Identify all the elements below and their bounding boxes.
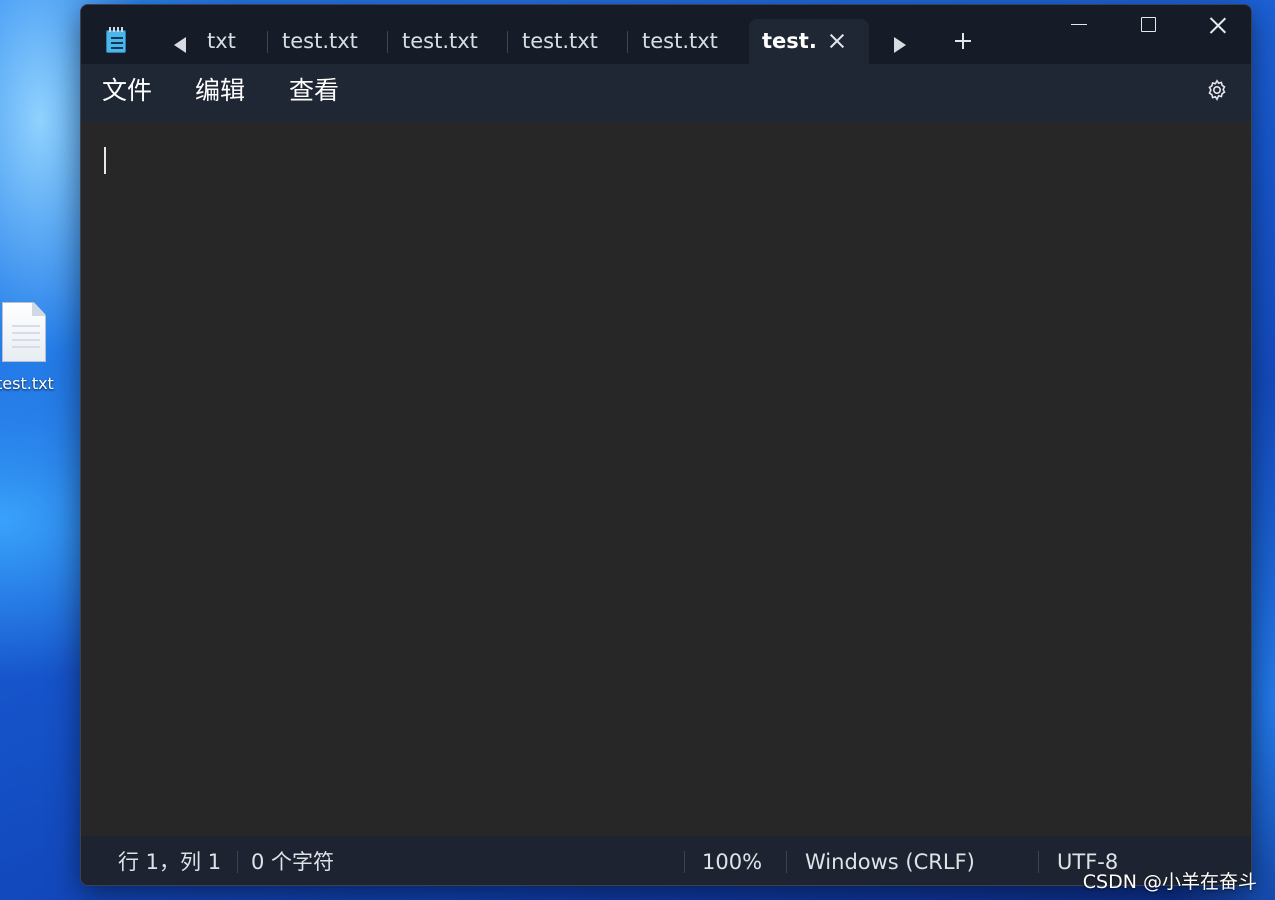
status-line-ending[interactable]: Windows (CRLF) xyxy=(805,848,975,876)
close-window-button[interactable] xyxy=(1182,5,1251,45)
tab-item[interactable]: test.txt xyxy=(402,19,478,64)
tab-label: test.txt xyxy=(402,29,478,53)
status-bar: 行 1，列 1 0 个字符 100% Windows (CRLF) UTF-8 xyxy=(81,836,1251,885)
title-bar[interactable]: txt test.txt test.txt test.txt test.txt … xyxy=(81,5,1251,64)
tab-item[interactable]: txt xyxy=(207,19,236,64)
tab-item[interactable]: test.txt xyxy=(282,19,358,64)
tab-divider xyxy=(387,31,388,53)
status-divider xyxy=(1038,851,1039,873)
maximize-button[interactable] xyxy=(1112,5,1182,45)
tab-label: test.txt xyxy=(522,29,598,53)
menu-file[interactable]: 文件 xyxy=(102,74,152,108)
new-tab-button[interactable] xyxy=(955,33,971,49)
watermark: CSDN @小羊在奋斗 xyxy=(1082,871,1257,893)
desktop-file-icon[interactable]: test.txt xyxy=(0,298,60,398)
chevron-left-icon xyxy=(174,37,186,53)
tab-label: txt xyxy=(207,29,236,53)
text-file-icon xyxy=(2,302,46,362)
settings-button[interactable] xyxy=(1205,78,1229,102)
status-divider xyxy=(237,851,238,873)
scroll-tabs-left-button[interactable] xyxy=(167,33,193,57)
tab-label: test.txt xyxy=(282,29,358,53)
status-zoom[interactable]: 100% xyxy=(702,848,762,876)
status-char-count: 0 个字符 xyxy=(251,850,335,874)
notepad-window: txt test.txt test.txt test.txt test.txt … xyxy=(80,4,1252,886)
close-icon xyxy=(1209,16,1227,34)
minimize-icon xyxy=(1071,24,1087,25)
status-divider xyxy=(684,851,685,873)
tab-item[interactable]: test.txt xyxy=(642,19,718,64)
tab-label: test.txt xyxy=(642,29,718,53)
menu-bar: 文件 编辑 查看 xyxy=(81,64,1251,122)
text-editor-area[interactable] xyxy=(81,122,1251,836)
tab-divider xyxy=(627,31,628,53)
tab-label: test. xyxy=(762,29,817,53)
tab-active[interactable]: test. xyxy=(749,19,869,64)
status-cursor-position: 行 1，列 1 xyxy=(118,850,222,874)
chevron-right-icon xyxy=(894,37,906,53)
tab-divider xyxy=(267,31,268,53)
scroll-tabs-right-button[interactable] xyxy=(887,33,913,57)
notepad-app-icon xyxy=(106,27,126,53)
tab-divider xyxy=(507,31,508,53)
menu-edit[interactable]: 编辑 xyxy=(195,74,245,108)
status-divider xyxy=(786,851,787,873)
minimize-button[interactable] xyxy=(1043,5,1113,45)
maximize-icon xyxy=(1141,17,1156,32)
close-tab-icon[interactable] xyxy=(828,32,846,50)
gear-icon xyxy=(1208,79,1226,101)
tab-item[interactable]: test.txt xyxy=(522,19,598,64)
desktop-file-label: test.txt xyxy=(0,374,54,393)
menu-view[interactable]: 查看 xyxy=(289,74,339,108)
text-caret xyxy=(104,147,106,174)
